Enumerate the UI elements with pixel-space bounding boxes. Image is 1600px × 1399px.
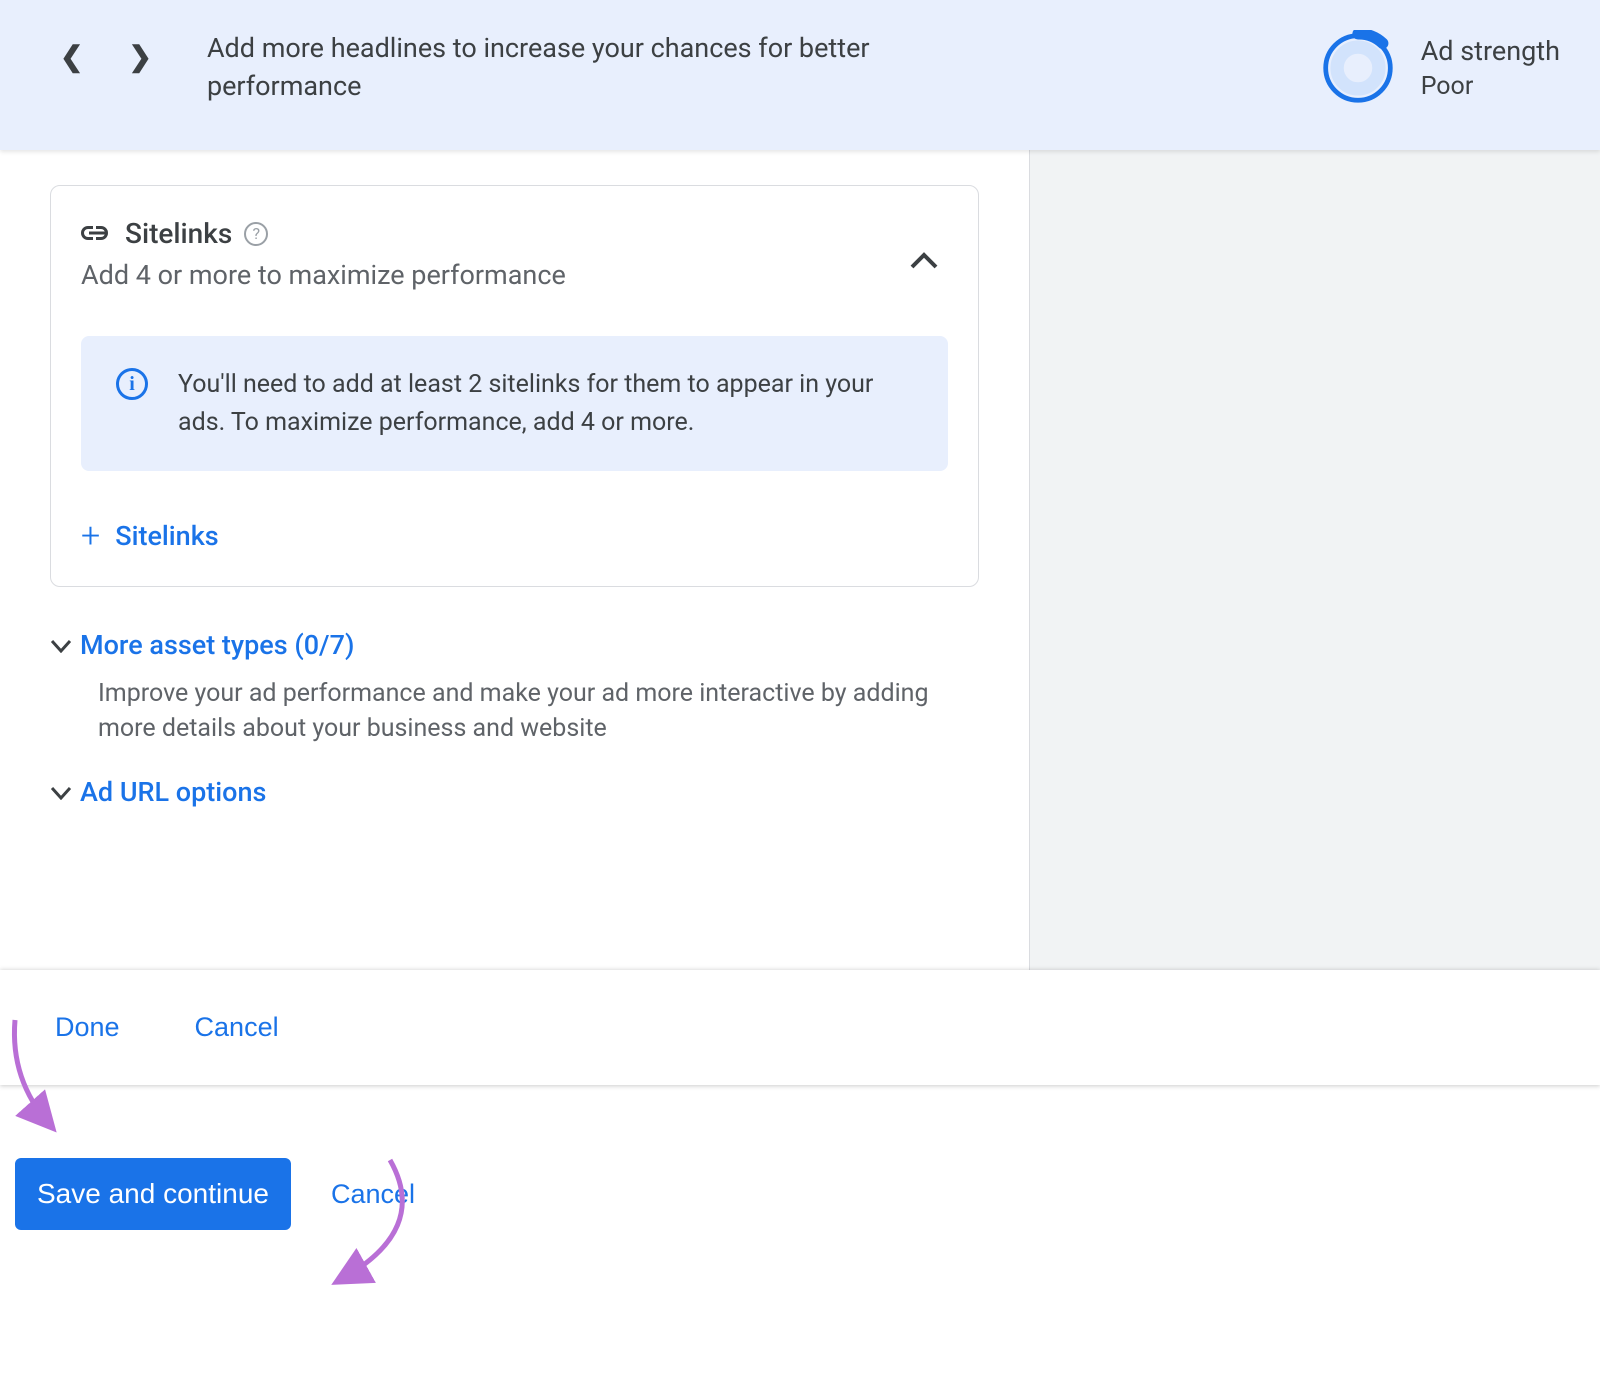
banner-nav: ❮ ❯ <box>60 40 152 73</box>
sitelinks-subtitle: Add 4 or more to maximize performance <box>81 259 910 291</box>
tip-banner: ❮ ❯ Add more headlines to increase your … <box>0 0 1600 150</box>
sitelinks-card: Sitelinks ? Add 4 or more to maximize pe… <box>50 185 979 587</box>
ad-url-options-label: Ad URL options <box>80 776 266 808</box>
ad-url-options-toggle[interactable]: Ad URL options <box>50 776 979 808</box>
add-sitelinks-label: Sitelinks <box>115 520 218 552</box>
chevron-down-icon <box>50 777 72 807</box>
done-cancel-bar: Done Cancel <box>0 970 1600 1085</box>
sitelinks-info-box: i You'll need to add at least 2 sitelink… <box>81 336 948 471</box>
save-continue-bar: Save and continue Cancel <box>0 1150 1600 1230</box>
help-icon[interactable]: ? <box>244 222 268 246</box>
next-tip-button[interactable]: ❯ <box>128 40 151 73</box>
left-panel: Sitelinks ? Add 4 or more to maximize pe… <box>0 150 1030 970</box>
ad-strength-label: Ad strength <box>1421 35 1560 67</box>
add-sitelinks-button[interactable]: + Sitelinks <box>81 516 948 556</box>
cancel-button-2[interactable]: Cancel <box>331 1179 415 1210</box>
ad-strength-value: Poor <box>1421 72 1560 101</box>
tip-text: Add more headlines to increase your chan… <box>207 30 907 106</box>
chevron-down-icon <box>50 630 72 660</box>
prev-tip-button[interactable]: ❮ <box>60 40 83 73</box>
cancel-button[interactable]: Cancel <box>195 1012 279 1043</box>
link-icon <box>81 216 113 251</box>
done-button[interactable]: Done <box>55 1012 120 1043</box>
collapse-button[interactable] <box>910 236 938 278</box>
more-asset-types-label: More asset types (0/7) <box>80 629 354 661</box>
sitelinks-info-text: You'll need to add at least 2 sitelinks … <box>178 366 913 441</box>
more-asset-types-toggle[interactable]: More asset types (0/7) <box>50 629 979 661</box>
more-asset-types-desc: Improve your ad performance and make you… <box>98 676 958 746</box>
plus-icon: + <box>81 516 100 556</box>
sitelinks-title: Sitelinks <box>125 217 232 250</box>
ad-strength: Ad strength Poor <box>1320 30 1560 106</box>
ad-strength-gauge-icon <box>1320 30 1396 106</box>
save-and-continue-button[interactable]: Save and continue <box>15 1158 291 1230</box>
info-icon: i <box>116 368 148 400</box>
preview-panel <box>1030 150 1600 970</box>
